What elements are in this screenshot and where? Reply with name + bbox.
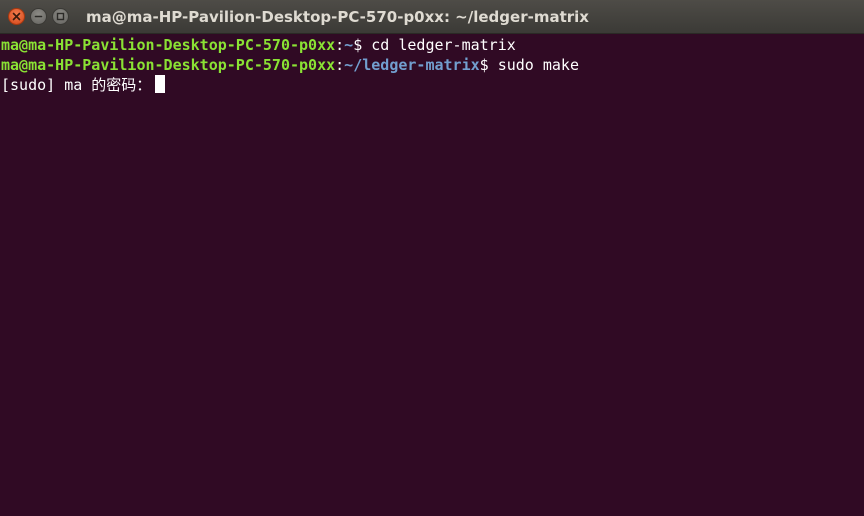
password-prompt: [sudo] ma 的密码：	[1, 76, 152, 94]
title-bar[interactable]: ma@ma-HP-Pavilion-Desktop-PC-570-p0xx: ~…	[0, 0, 864, 34]
prompt-user-host: ma@ma-HP-Pavilion-Desktop-PC-570-p0xx	[1, 36, 336, 54]
terminal-line: [sudo] ma 的密码：	[1, 75, 864, 95]
terminal-window: ma@ma-HP-Pavilion-Desktop-PC-570-p0xx: ~…	[0, 0, 864, 516]
terminal-line: ma@ma-HP-Pavilion-Desktop-PC-570-p0xx:~/…	[1, 55, 864, 75]
prompt-separator: :	[335, 36, 345, 54]
window-title: ma@ma-HP-Pavilion-Desktop-PC-570-p0xx: ~…	[86, 8, 589, 26]
command-text: $ sudo make	[479, 56, 579, 74]
minimize-icon	[34, 15, 43, 18]
terminal-output[interactable]: ma@ma-HP-Pavilion-Desktop-PC-570-p0xx:~$…	[0, 35, 864, 516]
text-cursor	[155, 75, 166, 93]
terminal-line: ma@ma-HP-Pavilion-Desktop-PC-570-p0xx:~$…	[1, 35, 864, 55]
minimize-button[interactable]	[30, 8, 47, 25]
prompt-path: ~/ledger-matrix	[344, 56, 480, 74]
prompt-path: ~	[344, 36, 354, 54]
maximize-button[interactable]	[52, 8, 69, 25]
maximize-icon	[56, 12, 65, 21]
close-icon	[12, 12, 21, 21]
prompt-separator: :	[335, 56, 345, 74]
close-button[interactable]	[8, 8, 25, 25]
command-text: $ cd ledger-matrix	[353, 36, 516, 54]
prompt-user-host: ma@ma-HP-Pavilion-Desktop-PC-570-p0xx	[1, 56, 336, 74]
